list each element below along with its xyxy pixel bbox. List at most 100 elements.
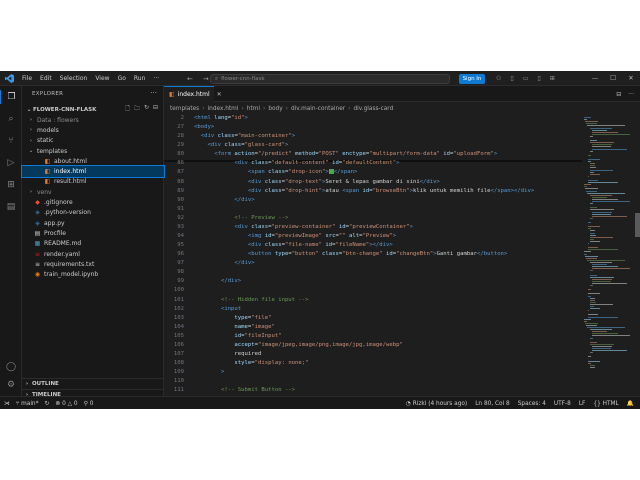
minimap[interactable] [582, 115, 634, 396]
tree-item[interactable]: ≡ render.yaml [22, 249, 164, 259]
source-control-icon[interactable]: ⑂ [0, 134, 22, 148]
customize-layout-icon[interactable]: ⊞ [550, 75, 555, 82]
tree-item[interactable]: › Data : flowers [22, 115, 164, 125]
code-editor[interactable]: 2 <html lang="id"> 27 <body> 28 <div class="… [164, 115, 582, 396]
minimap-line [588, 356, 591, 358]
breadcrumb-separator: › [241, 105, 244, 112]
close-tab-icon[interactable]: ✕ [217, 91, 222, 98]
blame-text: Rizki (4 hours ago) [412, 400, 468, 407]
tree-item[interactable]: › static [22, 136, 164, 146]
breadcrumb-item[interactable]: body [268, 106, 282, 112]
ports-indicator[interactable]: ⚲ 0 [84, 401, 94, 407]
menu-item[interactable]: Edit [36, 71, 56, 86]
tree-item[interactable]: ◈ .python-version [22, 208, 164, 218]
breadcrumb-item[interactable]: index.html [208, 106, 239, 112]
notifications-icon[interactable]: 🔔 [627, 401, 634, 407]
minimap-line [592, 331, 607, 333]
refresh-icon[interactable]: ↻ [144, 104, 149, 114]
minimap-line [586, 123, 597, 125]
chevron-right-icon: › [29, 127, 33, 134]
explorer-icon[interactable]: ❐ [0, 90, 22, 104]
minimize-icon[interactable]: — [586, 71, 604, 86]
menu-item[interactable]: Selection [56, 71, 92, 86]
new-folder-icon[interactable]: 🗀 [134, 104, 140, 114]
sync-icon[interactable]: ↻ [45, 401, 50, 407]
language-mode[interactable]: {} HTML [593, 401, 618, 407]
editor-scrollbar[interactable] [634, 115, 640, 396]
outline-section[interactable]: › OUTLINE [22, 378, 164, 389]
close-icon[interactable]: ✕ [622, 71, 640, 86]
breadcrumb-item[interactable]: div.main-container [291, 106, 345, 112]
tree-item[interactable]: ≡ requirements.txt [22, 259, 164, 269]
window-controls: — ☐ ✕ [586, 71, 640, 86]
breadcrumb-separator: › [285, 105, 288, 112]
menu-item[interactable]: Run [130, 71, 150, 86]
menu-item[interactable]: ··· [149, 71, 163, 86]
toggle-sidebar-icon[interactable]: ▯ [510, 75, 513, 82]
toggle-secondary-sidebar-icon[interactable]: ▯ [537, 75, 540, 82]
new-file-icon[interactable]: 🗋 [125, 104, 130, 114]
command-center[interactable]: ⌕ flower-cnn-flask [210, 74, 450, 84]
minimap-line [590, 306, 594, 307]
minimap-line [588, 222, 591, 223]
tree-item[interactable]: › models [22, 125, 164, 135]
code-text: <img id="previewImage" src="" alt="Previ… [247, 233, 397, 240]
minimap-line [588, 289, 591, 291]
minimap-line [592, 335, 631, 337]
tree-item[interactable]: ◧ about.html [22, 156, 164, 166]
minimap-line [592, 148, 627, 150]
remote-icon[interactable]: ▤ [0, 200, 22, 214]
indentation[interactable]: Spaces: 4 [518, 401, 546, 407]
back-arrow-icon[interactable]: ← [187, 75, 193, 83]
tab-index-html[interactable]: ◧ index.html ✕ [164, 86, 222, 102]
menu-item[interactable]: Go [114, 71, 130, 86]
maximize-icon[interactable]: ☐ [604, 71, 622, 86]
tree-item[interactable]: ◈ app.py [22, 218, 164, 228]
minimap-line [590, 217, 593, 219]
minimap-line [590, 167, 597, 169]
breadcrumb-item[interactable]: templates [170, 106, 199, 112]
settings-icon[interactable]: ⚙ [0, 378, 22, 392]
copilot-icon[interactable]: ⚇ [496, 75, 501, 82]
minimap-line [587, 327, 625, 328]
code-line: 100 [164, 287, 582, 296]
minimap-line [590, 270, 593, 272]
tree-item[interactable]: › venv [22, 187, 164, 197]
tree-item[interactable]: ◉ train_model.ipynb [22, 269, 164, 279]
tree-item[interactable]: ◆ .gitignore [22, 197, 164, 207]
end-of-line[interactable]: LF [579, 401, 586, 407]
tree-item[interactable]: ▦ README.md [22, 239, 164, 249]
extensions-icon[interactable]: ⊞ [0, 178, 22, 192]
code-text: > [220, 369, 225, 376]
search-icon[interactable]: ⌕ [0, 112, 22, 126]
code-line: 101 <!-- Hidden file input --> [164, 297, 582, 306]
toggle-panel-icon[interactable]: ▭ [523, 75, 529, 82]
branch-indicator[interactable]: ⑂ main* [16, 401, 39, 407]
forward-arrow-icon[interactable]: → [203, 75, 209, 83]
more-actions-icon[interactable]: ··· [628, 91, 634, 98]
split-editor-icon[interactable]: ⊟ [616, 91, 621, 98]
tree-item[interactable]: ◧ result.html [22, 177, 164, 187]
tree-item-label: Data : flowers [37, 116, 79, 124]
line-number: 105 [173, 332, 184, 339]
ports-count: 0 [89, 400, 94, 407]
encoding[interactable]: UTF-8 [554, 401, 571, 407]
run-debug-icon[interactable]: ▷ [0, 156, 22, 170]
cursor-position[interactable]: Ln 80, Col 8 [475, 401, 510, 407]
tree-item[interactable]: ⌄ templates [22, 146, 164, 156]
menu-item[interactable]: File [18, 71, 36, 86]
blame-indicator[interactable]: ◔ Rizki (4 hours ago) [406, 401, 467, 407]
account-icon[interactable]: ◯ [0, 360, 22, 374]
remote-indicator-icon[interactable]: ⋊ [4, 401, 10, 407]
problems-indicator[interactable]: ⊗ 0 △ 0 [55, 401, 77, 407]
more-actions-icon[interactable]: ··· [150, 89, 157, 97]
breadcrumb-item[interactable]: html [247, 106, 260, 112]
activity-bar: ❐ ⌕ ⑂ ▷ ⊞ ▤ ◯ ⚙ [0, 86, 22, 396]
breadcrumb-item[interactable]: div.glass-card [353, 106, 393, 112]
tree-item[interactable]: ◧ index.html [21, 165, 165, 178]
collapse-all-icon[interactable]: ⊟ [153, 104, 158, 114]
tree-item[interactable]: ▤ Procfile [22, 228, 164, 238]
menu-item[interactable]: View [91, 71, 113, 86]
scroll-thumb[interactable] [635, 213, 640, 237]
sign-in-button[interactable]: Sign In [459, 74, 485, 84]
